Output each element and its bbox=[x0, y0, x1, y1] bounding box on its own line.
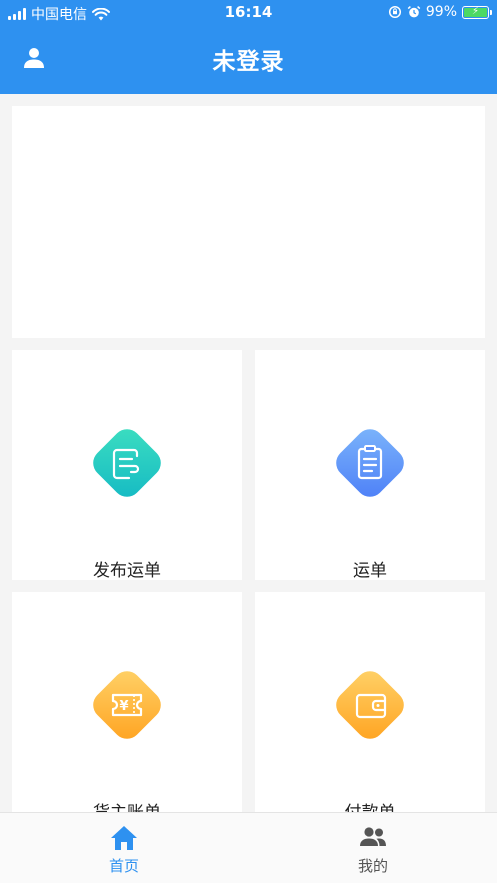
page-title: 未登录 bbox=[212, 49, 285, 75]
app-header: 中国电信 16:14 99% ⚡ 未登录 bbox=[0, 0, 497, 94]
battery-percent: 99% bbox=[425, 4, 457, 20]
owner-bill-icon: ¥ bbox=[93, 671, 161, 739]
status-bar: 中国电信 16:14 99% ⚡ bbox=[0, 0, 497, 26]
waybill-card[interactable]: 运单 bbox=[255, 350, 485, 581]
orientation-lock-icon bbox=[388, 5, 401, 19]
publish-waybill-label: 发布运单 bbox=[93, 561, 161, 581]
waybill-label: 运单 bbox=[353, 561, 387, 581]
publish-waybill-card[interactable]: 发布运单 bbox=[12, 350, 242, 581]
alarm-icon bbox=[407, 6, 421, 18]
status-right: 99% ⚡ bbox=[388, 4, 492, 20]
waybill-icon bbox=[336, 429, 404, 497]
bottom-tab-bar: 首页 我的 bbox=[0, 812, 497, 883]
payment-card[interactable]: 付款单 bbox=[255, 592, 485, 823]
tab-home-label: 首页 bbox=[108, 857, 139, 875]
svg-text:¥: ¥ bbox=[119, 699, 128, 714]
tab-mine[interactable]: 我的 bbox=[249, 813, 497, 883]
publish-waybill-icon bbox=[93, 429, 161, 497]
tab-mine-label: 我的 bbox=[357, 857, 388, 875]
owner-bill-card[interactable]: ¥ 货主账单 bbox=[12, 592, 242, 823]
battery-icon: ⚡ bbox=[462, 5, 492, 19]
people-icon bbox=[360, 827, 386, 846]
home-icon bbox=[111, 826, 137, 850]
tab-home[interactable]: 首页 bbox=[0, 813, 248, 883]
payment-icon bbox=[336, 671, 404, 739]
banner bbox=[12, 106, 485, 338]
charging-bolt-icon: ⚡ bbox=[471, 6, 480, 17]
